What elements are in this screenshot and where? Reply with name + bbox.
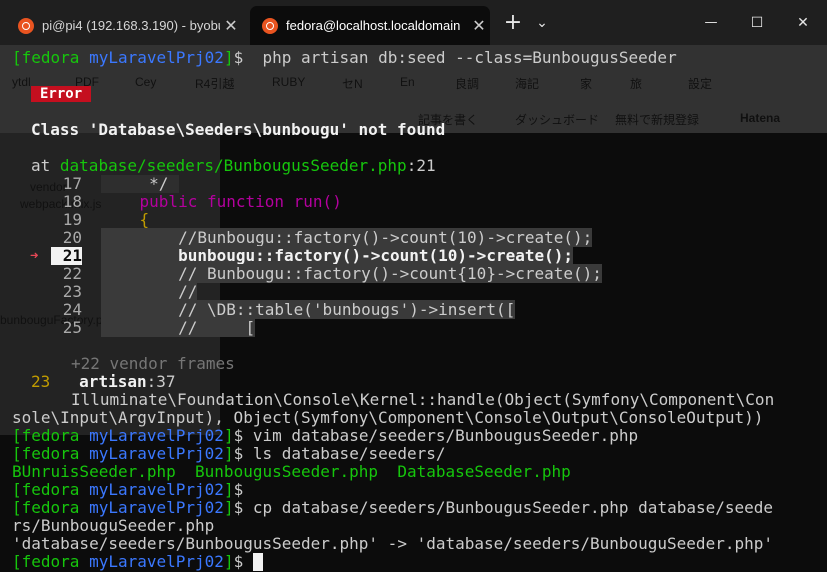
ubuntu-icon: [18, 17, 34, 34]
ghost-bookmark: ytdl: [12, 75, 31, 89]
close-tab-icon[interactable]: ✕: [220, 16, 242, 36]
code-line: public function run(): [101, 192, 342, 211]
error-line: :21: [406, 156, 436, 175]
prompt-line: [fedora myLaravelPrj02]$ ls database/see…: [12, 444, 446, 463]
minimize-button[interactable]: —: [688, 6, 734, 39]
prompt-dir: myLaravelPrj02: [89, 48, 224, 67]
command-text: php artisan db:seed --class=BunbougusSee…: [262, 48, 677, 67]
ls-file: BUnruisSeeder.php: [12, 462, 176, 481]
command-text: vim database/seeders/BunbougusSeeder.php: [252, 426, 639, 445]
code-line: // Bunbougu::factory()->count{10}->creat…: [101, 264, 602, 283]
command-text: ls database/seeders/: [252, 444, 446, 463]
error-message: Class 'Database\Seeders\bunbougu' not fo…: [31, 120, 446, 139]
ubuntu-icon: [262, 17, 278, 34]
tab-label: fedora@localhost.localdomain: [286, 18, 461, 33]
frame-line: :37: [146, 372, 176, 391]
line-number: 25: [62, 318, 82, 337]
close-tab-icon[interactable]: ✕: [468, 16, 490, 36]
line-number: 18: [62, 192, 82, 211]
ghost-toolbar-item: 無料で新規登録: [615, 113, 700, 127]
command-text-wrap: rs/BunbouguSeeder.php: [12, 516, 215, 535]
close-window-button[interactable]: ✕: [780, 6, 826, 39]
ghost-bookmark: RUBY: [272, 75, 306, 89]
code-line: {: [101, 210, 150, 229]
tab-label: pi@pi4 (192.168.3.190) - byobu: [42, 18, 220, 33]
vendor-frames: +22 vendor frames: [71, 354, 235, 373]
prompt-user: fedora: [21, 48, 80, 67]
ghost-bookmark: 良調: [455, 77, 480, 91]
prompt-line: [fedora myLaravelPrj02]$ vim database/se…: [12, 426, 639, 445]
active-prompt-line[interactable]: [fedora myLaravelPrj02]$: [12, 553, 263, 571]
ls-file: BunbougusSeeder.php: [195, 462, 379, 481]
text-cursor: [252, 553, 263, 571]
frame-call: Illuminate\Foundation\Console\Kernel::ha…: [71, 390, 775, 409]
maximize-button[interactable]: ☐: [734, 6, 780, 39]
ghost-bookmark: セN: [342, 77, 363, 91]
tab-fedora[interactable]: fedora@localhost.localdomain ✕: [250, 6, 490, 45]
code-line: //Bunbougu::factory()->count(10)->create…: [101, 228, 593, 247]
code-line: */: [101, 174, 169, 193]
vendor-frame-23: 23 artisan:37: [31, 373, 176, 391]
title-bar: pi@pi4 (192.168.3.190) - byobu ✕ fedora@…: [0, 0, 827, 45]
ghost-bookmark: 海記: [515, 77, 540, 91]
code-line: // \DB::table('bunbougs')->insert([: [101, 300, 516, 319]
line-number: 23: [62, 282, 82, 301]
prompt-line: [fedora myLaravelPrj02]$ cp database/see…: [12, 498, 774, 517]
ls-file: DatabaseSeeder.php: [397, 462, 571, 481]
terminal-pane[interactable]: ytdl PDF Cey R4引越 RUBY セN En 良調 海記 家 旅 設…: [0, 45, 827, 572]
ls-output: BUnruisSeeder.php BunbougusSeeder.php Da…: [12, 463, 571, 481]
ghost-bookmark: 設定: [688, 77, 713, 91]
code-line: // [: [101, 318, 256, 337]
line-number: 22: [62, 264, 82, 283]
ghost-toolbar-item: Hatena: [740, 111, 781, 125]
ghost-bookmark: R4引越: [195, 77, 235, 91]
line-number: 19: [62, 210, 82, 229]
ghost-bookmark: En: [400, 75, 415, 89]
line-number: 20: [62, 228, 82, 247]
tab-pi4[interactable]: pi@pi4 (192.168.3.190) - byobu ✕: [6, 6, 242, 45]
code-line: //: [101, 282, 198, 301]
frame-file: artisan: [79, 372, 147, 391]
prompt-symbol: $: [233, 48, 244, 67]
ghost-bookmark: 旅: [630, 77, 643, 91]
new-tab-button[interactable]: +: [498, 6, 528, 39]
ghost-bookmark: Cey: [135, 75, 157, 89]
tab-dropdown-button[interactable]: ⌄: [530, 6, 554, 39]
current-line-arrow-icon: ➜: [30, 248, 39, 264]
prompt-line: [fedora myLaravelPrj02]$: [12, 480, 244, 499]
frame-number: 23: [31, 372, 51, 391]
error-location: at database/seeders/BunbougusSeeder.php:…: [31, 156, 436, 175]
line-number: 24: [62, 300, 82, 319]
error-badge: Error: [31, 85, 92, 103]
current-line-number: 21: [51, 247, 82, 265]
current-code-line: bunbougu::factory()->count(10)->create()…: [101, 246, 574, 265]
frame-call-wrap: sole\Input\ArgvInput), Object(Symfony\Co…: [12, 408, 764, 427]
ghost-toolbar-item: ダッシュボード: [515, 113, 600, 127]
prompt-line: [fedora myLaravelPrj02]$ php artisan db:…: [12, 48, 677, 67]
cp-output: 'database/seeders/BunbougusSeeder.php' -…: [12, 534, 773, 553]
ghost-bookmark: 家: [580, 77, 593, 91]
command-text: cp database/seeders/BunbougusSeeder.php …: [252, 498, 774, 517]
error-file: database/seeders/BunbougusSeeder.php: [59, 156, 407, 175]
line-number: 17: [62, 174, 82, 193]
